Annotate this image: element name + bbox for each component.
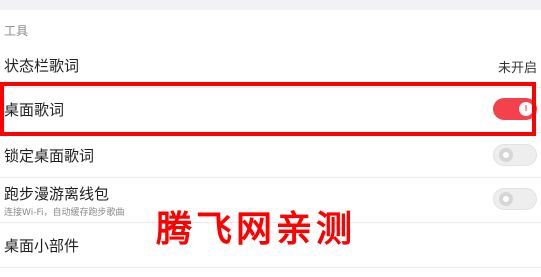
highlight-box bbox=[0, 82, 536, 136]
top-spacer bbox=[0, 0, 541, 10]
section-header-tools: 工具 bbox=[4, 24, 29, 38]
settings-screen: 工具 状态栏歌词 未开启 桌面歌词 锁定桌面歌词 跑步漫游离线包 连接Wi-Fi… bbox=[0, 0, 541, 277]
divider bbox=[0, 267, 541, 268]
setting-sublabel: 连接Wi-Fi，自动缓存跑步歌曲 bbox=[4, 208, 125, 218]
toggle-knob bbox=[499, 148, 513, 162]
setting-label: 桌面小部件 bbox=[4, 237, 80, 255]
setting-label: 状态栏歌词 bbox=[4, 57, 80, 75]
lock-desktop-lyrics-toggle[interactable] bbox=[493, 144, 537, 166]
watermark-text: 腾飞网亲测 bbox=[156, 208, 357, 250]
setting-row-lock-desktop-lyrics[interactable]: 锁定桌面歌词 bbox=[0, 132, 541, 178]
setting-label: 跑步漫游离线包 bbox=[4, 185, 110, 203]
running-offline-pack-toggle[interactable] bbox=[493, 188, 537, 210]
toggle-knob bbox=[499, 192, 513, 206]
setting-label: 锁定桌面歌词 bbox=[4, 147, 95, 165]
setting-value: 未开启 bbox=[497, 61, 537, 76]
